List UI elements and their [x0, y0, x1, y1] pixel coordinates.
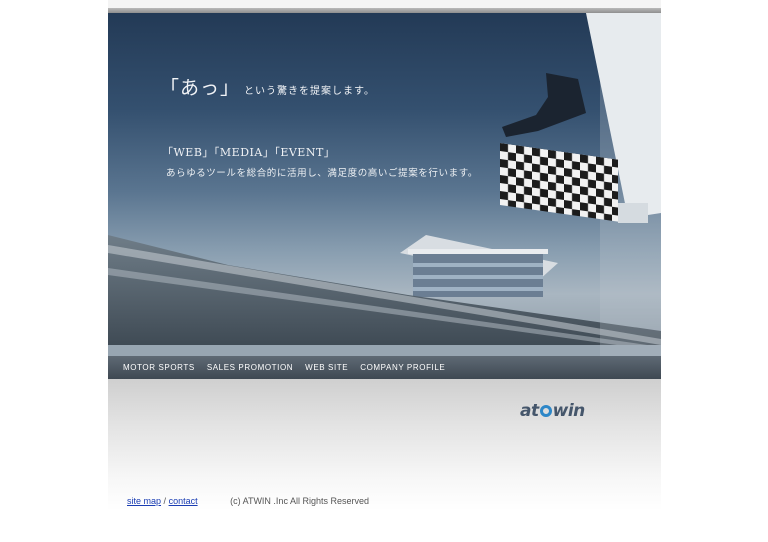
- page-frame: 「あっ」 という驚きを提案します。 「WEB」「MEDIA」「EVENT」 あらゆ…: [108, 0, 661, 511]
- logo-text-part1: at: [520, 401, 539, 421]
- hero-banner: 「あっ」 という驚きを提案します。 「WEB」「MEDIA」「EVENT」 あらゆ…: [108, 13, 661, 356]
- marshal-arm: [502, 73, 586, 137]
- grandstand-building: [400, 235, 558, 297]
- atwin-logo: at win: [520, 401, 585, 421]
- main-nav: MOTOR SPORTS SALES PROMOTION WEB SITE CO…: [108, 356, 661, 379]
- site-map-link[interactable]: site map: [127, 496, 161, 506]
- tagline-main: 「あっ」: [160, 77, 241, 99]
- hero-description: あらゆるツールを総合的に活用し、満足度の高いご提案を行います。: [166, 168, 478, 179]
- contact-link[interactable]: contact: [169, 496, 198, 506]
- copyright-text: (c) ATWIN .Inc All Rights Reserved: [230, 496, 369, 506]
- footer-links: site map / contact (c) ATWIN .Inc All Ri…: [127, 496, 369, 506]
- track-fence: [108, 345, 661, 356]
- racetrack-illustration: [108, 13, 661, 356]
- footer-area: at win site map / contact (c) ATWIN .Inc …: [108, 379, 661, 511]
- nav-sales-promotion[interactable]: SALES PROMOTION: [207, 363, 293, 372]
- footer-separator: /: [163, 496, 167, 506]
- nav-web-site[interactable]: WEB SITE: [305, 363, 348, 372]
- nav-motor-sports[interactable]: MOTOR SPORTS: [123, 363, 195, 372]
- hero-tagline: 「あっ」 という驚きを提案します。: [160, 73, 375, 100]
- hero-services: 「WEB」「MEDIA」「EVENT」: [162, 146, 336, 159]
- top-strip: [108, 0, 661, 8]
- logo-ring-icon: [539, 405, 552, 417]
- tagline-sub: という驚きを提案します。: [244, 86, 376, 97]
- nav-company-profile[interactable]: COMPANY PROFILE: [360, 363, 445, 372]
- logo-text-part2: win: [552, 401, 586, 421]
